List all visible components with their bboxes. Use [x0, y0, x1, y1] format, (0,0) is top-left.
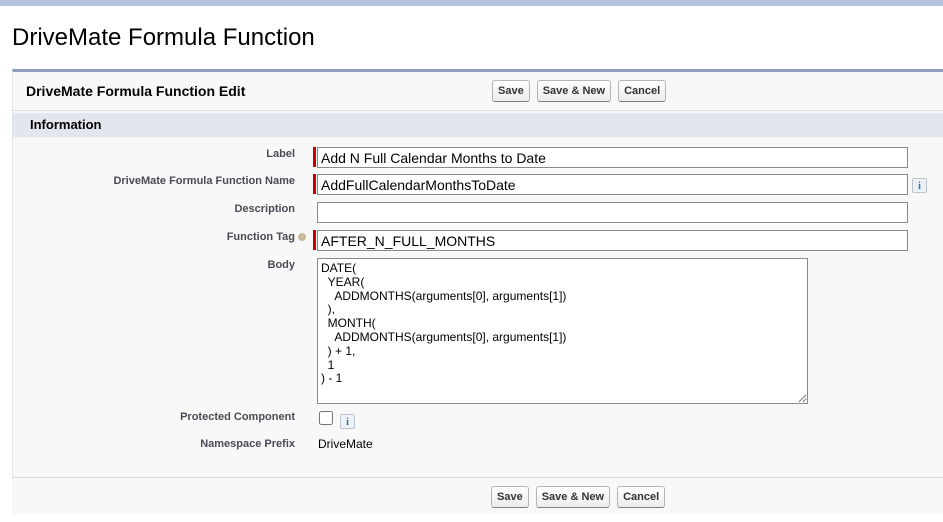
save-button[interactable]: Save: [492, 80, 530, 102]
label-field-label: Label: [266, 148, 295, 160]
info-icon[interactable]: i: [912, 178, 927, 193]
label-input[interactable]: [317, 147, 908, 168]
description-input[interactable]: [317, 202, 908, 223]
panel-title: DriveMate Formula Function Edit: [26, 83, 246, 99]
help-icon[interactable]: [298, 233, 306, 242]
save-button[interactable]: Save: [491, 486, 529, 508]
panel-footer: Save Save & New Cancel: [12, 477, 943, 514]
top-buttons: Save Save & New Cancel: [492, 80, 667, 102]
section-information: Information: [13, 113, 943, 137]
required-marker: [313, 147, 316, 167]
tag-field-label: Function Tag: [227, 231, 306, 243]
panel-header: DriveMate Formula Function Edit Save Sav…: [13, 72, 943, 111]
required-marker: [313, 174, 316, 194]
required-marker: [313, 230, 316, 250]
namespace-value: DriveMate: [318, 437, 373, 451]
save-new-button[interactable]: Save & New: [536, 80, 612, 102]
function-name-input[interactable]: [317, 174, 908, 195]
save-new-button[interactable]: Save & New: [535, 486, 611, 508]
body-textarea[interactable]: DATE( YEAR( ADDMONTHS(arguments[0], argu…: [317, 258, 808, 404]
protected-checkbox[interactable]: [319, 411, 333, 425]
top-bar: [0, 0, 943, 6]
protected-field-label: Protected Component: [180, 411, 295, 423]
page-title: DriveMate Formula Function: [12, 24, 315, 51]
cancel-button[interactable]: Cancel: [618, 80, 667, 102]
section-title: Information: [30, 117, 102, 132]
tag-label-text: Function Tag: [226, 231, 295, 243]
description-field-label: Description: [234, 203, 295, 215]
cancel-button[interactable]: Cancel: [617, 486, 666, 508]
bottom-buttons: Save Save & New Cancel: [491, 486, 666, 508]
info-icon[interactable]: i: [340, 414, 355, 429]
name-field-label: DriveMate Formula Function Name: [113, 175, 295, 187]
function-tag-input[interactable]: [317, 230, 908, 251]
body-field-label: Body: [267, 259, 296, 271]
namespace-field-label: Namespace Prefix: [200, 438, 295, 450]
